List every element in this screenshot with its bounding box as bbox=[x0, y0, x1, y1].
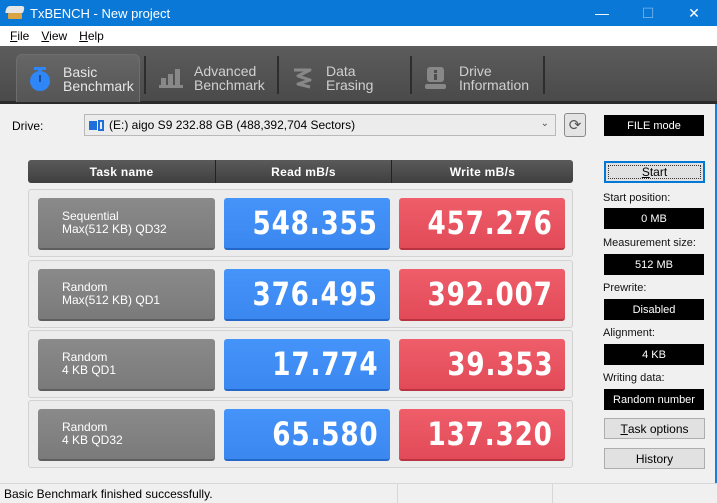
status-pane-2 bbox=[398, 484, 553, 503]
minimize-button[interactable]: — bbox=[579, 0, 625, 26]
task-name-cell: Random Max(512 KB) QD1 bbox=[38, 269, 215, 321]
read-speed-cell: 65.580 bbox=[224, 409, 390, 461]
header-read: Read mB/s bbox=[216, 160, 392, 183]
tab-basic-benchmark[interactable]: Basic Benchmark bbox=[16, 54, 140, 102]
writing-data-value[interactable]: Random number bbox=[604, 389, 704, 410]
file-mode-indicator: FILE mode bbox=[604, 115, 704, 136]
task-name-cell: Random 4 KB QD32 bbox=[38, 409, 215, 461]
result-row: Random 4 KB QD32 65.580 137.320 bbox=[28, 400, 573, 468]
close-button[interactable]: ✕ bbox=[671, 0, 717, 26]
menu-file[interactable]: File bbox=[4, 29, 35, 43]
task-options-button[interactable]: Task options bbox=[604, 418, 705, 439]
maximize-icon: ☐ bbox=[641, 4, 655, 21]
bar-chart-icon bbox=[158, 65, 184, 91]
task-name-cell: Random 4 KB QD1 bbox=[38, 339, 215, 391]
result-row: Sequential Max(512 KB) QD32 548.355 457.2… bbox=[28, 189, 573, 257]
close-icon: ✕ bbox=[688, 4, 700, 21]
measurement-size-label: Measurement size: bbox=[603, 237, 696, 249]
tab-drive-information[interactable]: Drive Information bbox=[413, 54, 541, 102]
refresh-icon: ⟳ bbox=[568, 117, 582, 134]
result-row: Random Max(512 KB) QD1 376.495 392.007 bbox=[28, 260, 573, 328]
read-speed-cell: 17.774 bbox=[224, 339, 390, 391]
eraser-icon bbox=[290, 65, 316, 91]
result-row: Random 4 KB QD1 17.774 39.353 bbox=[28, 330, 573, 398]
drive-label: Drive: bbox=[12, 119, 44, 133]
title-bar: TxBENCH - New project — ☐ ✕ bbox=[0, 0, 717, 26]
tab-advanced-benchmark[interactable]: Advanced Benchmark bbox=[148, 54, 276, 102]
results-header: Task name Read mB/s Write mB/s bbox=[28, 160, 573, 183]
drive-icon bbox=[89, 119, 105, 131]
app-icon bbox=[5, 6, 25, 20]
chevron-down-icon: ⌄ bbox=[540, 118, 549, 129]
refresh-drive-button[interactable]: ⟳ bbox=[564, 113, 586, 137]
status-pane-3 bbox=[553, 484, 717, 503]
read-speed-cell: 376.495 bbox=[224, 269, 390, 321]
alignment-label: Alignment: bbox=[603, 327, 655, 339]
task-name-cell: Sequential Max(512 KB) QD32 bbox=[38, 198, 215, 250]
read-speed-cell: 548.355 bbox=[224, 198, 390, 250]
menu-view[interactable]: View bbox=[35, 29, 73, 43]
mode-tabs: Basic Benchmark Advanced Benchmark Data Er… bbox=[0, 46, 717, 104]
measurement-size-value[interactable]: 512 MB bbox=[604, 254, 704, 275]
prewrite-label: Prewrite: bbox=[603, 282, 647, 294]
history-button[interactable]: History bbox=[604, 448, 705, 469]
write-speed-cell: 392.007 bbox=[399, 269, 565, 321]
start-button[interactable]: Start bbox=[604, 161, 705, 183]
write-speed-cell: 39.353 bbox=[399, 339, 565, 391]
alignment-value[interactable]: 4 KB bbox=[604, 344, 704, 365]
drive-select-value: (E:) aigo S9 232.88 GB (488,392,704 Sect… bbox=[109, 118, 356, 132]
start-position-label: Start position: bbox=[603, 192, 671, 204]
write-speed-cell: 137.320 bbox=[399, 409, 565, 461]
writing-data-label: Writing data: bbox=[603, 372, 665, 384]
header-task-name: Task name bbox=[28, 160, 216, 183]
maximize-button[interactable]: ☐ bbox=[625, 0, 671, 26]
prewrite-value[interactable]: Disabled bbox=[604, 299, 704, 320]
header-write: Write mB/s bbox=[449, 164, 516, 179]
tab-data-erasing[interactable]: Data Erasing bbox=[280, 54, 406, 102]
window-title: TxBENCH - New project bbox=[30, 5, 171, 21]
menu-help[interactable]: Help bbox=[73, 29, 110, 43]
start-position-value[interactable]: 0 MB bbox=[604, 208, 704, 229]
status-message: Basic Benchmark finished successfully. bbox=[0, 484, 398, 503]
drive-info-icon bbox=[423, 65, 449, 91]
stopwatch-icon bbox=[27, 66, 53, 92]
menu-bar: File View Help bbox=[0, 26, 717, 46]
minimize-icon: — bbox=[595, 5, 609, 21]
write-speed-cell: 457.276 bbox=[399, 198, 565, 250]
status-bar: Basic Benchmark finished successfully. bbox=[0, 483, 717, 503]
drive-select[interactable]: (E:) aigo S9 232.88 GB (488,392,704 Sect… bbox=[84, 114, 556, 136]
